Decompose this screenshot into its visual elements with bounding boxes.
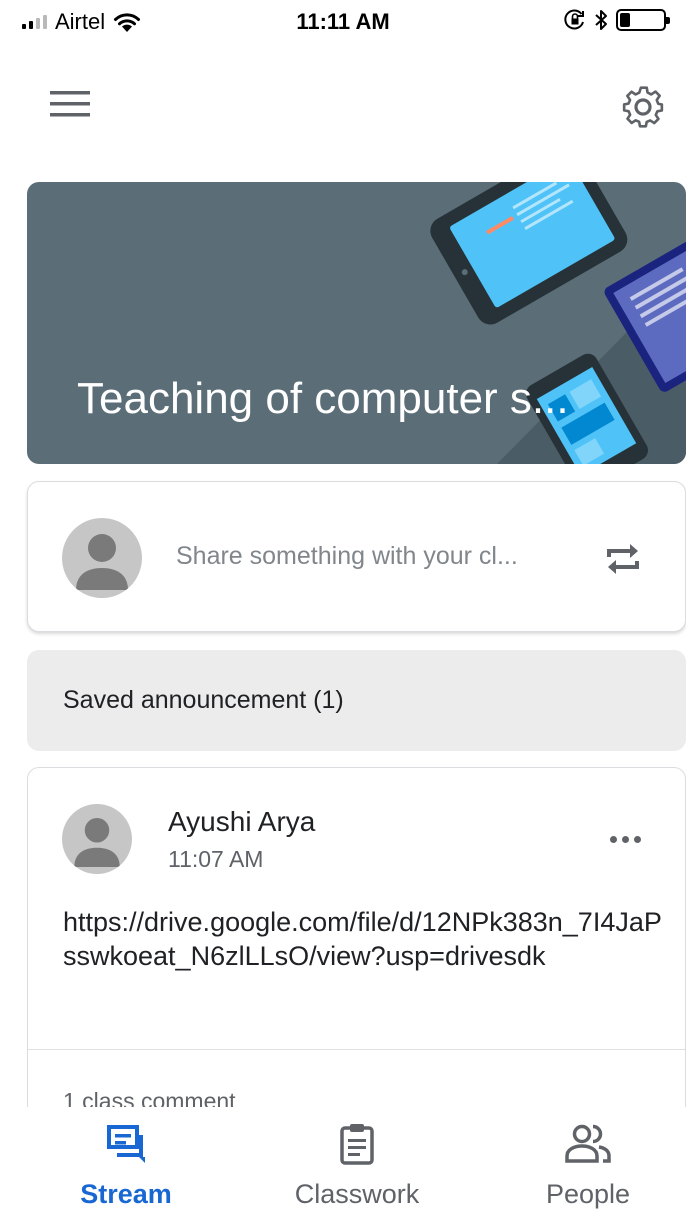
- nav-stream[interactable]: Stream: [26, 1107, 226, 1213]
- post-body-link[interactable]: https://drive.google.com/file/d/12NPk383…: [63, 905, 663, 973]
- hamburger-menu-icon: [50, 91, 90, 117]
- author-avatar: [62, 804, 132, 874]
- class-title: Teaching of computer s...: [77, 374, 569, 423]
- divider: [28, 1049, 685, 1050]
- nav-label: Stream: [80, 1179, 172, 1209]
- more-dot-icon: [621, 835, 629, 843]
- people-icon: [565, 1124, 611, 1163]
- nav-label: Classwork: [294, 1179, 420, 1209]
- user-avatar-icon: [76, 534, 128, 590]
- bluetooth-icon: [595, 10, 607, 30]
- bottom-navigation: Stream Classwork People: [0, 1107, 686, 1213]
- saved-announcement-label: Saved announcement (1): [63, 686, 344, 714]
- battery-icon: [616, 9, 670, 31]
- status-right: [564, 9, 670, 31]
- share-input[interactable]: Share something with your cl...: [176, 542, 556, 571]
- classwork-icon: [340, 1124, 374, 1165]
- gear-icon: [622, 86, 664, 128]
- stream-icon: [107, 1125, 145, 1163]
- post-author: Ayushi Arya: [168, 806, 316, 837]
- reuse-post-button[interactable]: [598, 534, 648, 584]
- more-dot-icon: [609, 835, 617, 843]
- avatar: [62, 518, 142, 598]
- share-card: Share something with your cl...: [27, 481, 686, 632]
- nav-classwork[interactable]: Classwork: [257, 1107, 457, 1213]
- status-bar: Airtel 11:11 AM: [0, 0, 686, 46]
- class-banner[interactable]: Teaching of computer s...: [27, 182, 686, 464]
- repost-icon: [607, 544, 639, 574]
- saved-announcement[interactable]: Saved announcement (1): [27, 650, 686, 751]
- nav-label: People: [545, 1179, 631, 1209]
- menu-button[interactable]: [40, 74, 100, 134]
- nav-people[interactable]: People: [488, 1107, 686, 1213]
- user-avatar-icon: [74, 818, 120, 867]
- post-time: 11:07 AM: [168, 846, 264, 872]
- settings-button[interactable]: [610, 74, 676, 140]
- more-dot-icon: [633, 835, 641, 843]
- more-options-button[interactable]: [602, 824, 648, 854]
- orientation-lock-icon: [564, 9, 584, 30]
